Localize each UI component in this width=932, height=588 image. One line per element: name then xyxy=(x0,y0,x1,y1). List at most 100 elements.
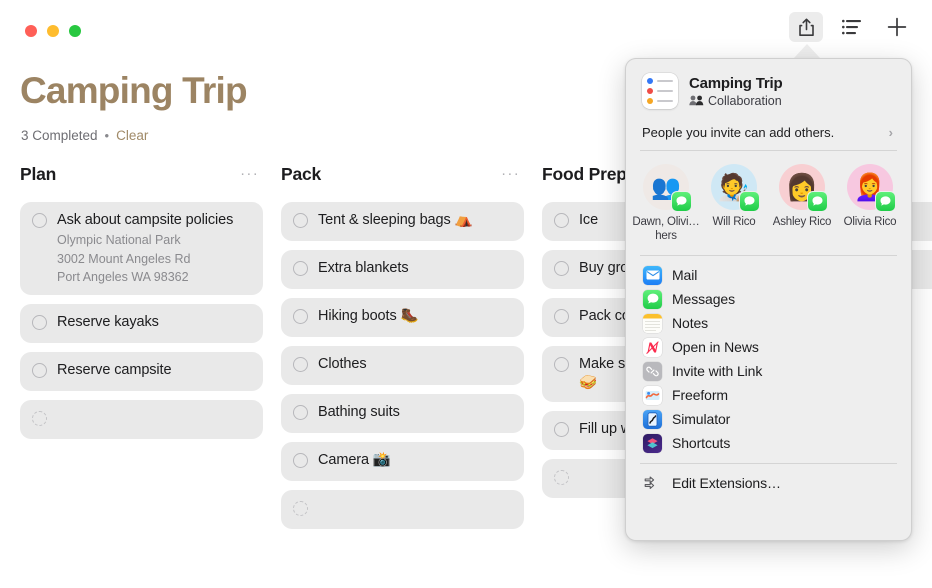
extensions-icon xyxy=(643,473,662,492)
share-menu-item[interactable]: Notes xyxy=(626,311,911,335)
column-menu-button[interactable]: ··· xyxy=(501,166,524,181)
participant-name: Dawn, Olivi…hers xyxy=(632,216,700,242)
reminder-row[interactable]: Tent & sleeping bags ⛺ xyxy=(281,202,524,241)
add-reminder-button[interactable] xyxy=(880,12,914,42)
participant-name: Ashley Rico xyxy=(772,216,832,228)
checkbox-circle-icon[interactable] xyxy=(293,261,308,276)
reminder-subtitle: 3002 Mount Angeles Rd xyxy=(57,251,191,266)
popover-title: Camping Trip xyxy=(689,74,783,92)
reminder-row[interactable]: Hiking boots 🥾 xyxy=(281,298,524,337)
close-button[interactable] xyxy=(25,25,37,37)
edit-extensions-item[interactable]: Edit Extensions… xyxy=(626,464,911,495)
reminders-window: Camping Trip 3 Completed • Clear Plan ··… xyxy=(0,0,932,588)
column-title: Pack xyxy=(281,163,322,184)
checkbox-circle-icon[interactable] xyxy=(554,470,569,485)
checkbox-circle-icon[interactable] xyxy=(554,357,569,372)
messages-badge-icon xyxy=(875,191,896,212)
invite-note: People you invite can add others. xyxy=(642,125,835,140)
checkbox-circle-icon[interactable] xyxy=(554,309,569,324)
checkbox-circle-icon[interactable] xyxy=(293,309,308,324)
news-icon xyxy=(643,337,662,357)
share-menu-item-label: Freeform xyxy=(672,387,728,403)
reminder-row[interactable]: Clothes xyxy=(281,346,524,385)
checkbox-circle-icon[interactable] xyxy=(293,213,308,228)
new-reminder-row[interactable] xyxy=(281,490,524,529)
reminder-row[interactable]: Camera 📸 xyxy=(281,442,524,481)
messages-badge-icon xyxy=(671,191,692,212)
reminder-subtitle: Olympic National Park xyxy=(57,233,181,247)
column-title: Food Prep xyxy=(542,163,627,184)
popover-header: Camping Trip Collaboration xyxy=(626,59,911,119)
reminder-title: Hiking boots 🥾 xyxy=(318,308,419,324)
reminder-list: Ask about campsite policies Olympic Natio… xyxy=(20,202,263,439)
column-pack: Pack ··· Tent & sleeping bags ⛺ Extra bla… xyxy=(281,160,524,529)
clear-button[interactable]: Clear xyxy=(116,128,148,143)
reminder-row[interactable]: Bathing suits xyxy=(281,394,524,433)
participant[interactable]: 👩 Ashley Rico xyxy=(768,164,836,243)
column-header: Pack ··· xyxy=(281,160,524,188)
edit-extensions-label: Edit Extensions… xyxy=(672,474,781,491)
share-menu-item-label: Simulator xyxy=(672,411,731,427)
column-plan: Plan ··· Ask about campsite policies Olym… xyxy=(20,160,263,439)
list-view-icon xyxy=(842,19,861,34)
share-popover: Camping Trip Collaboration People you in… xyxy=(625,58,912,541)
share-menu-item[interactable]: Invite with Link xyxy=(626,359,911,383)
reminder-row[interactable]: Reserve campsite xyxy=(20,351,263,391)
column-title: Plan xyxy=(20,163,57,184)
messages-badge-icon xyxy=(807,191,828,212)
reminder-row[interactable]: Ask about campsite policies Olympic Natio… xyxy=(20,202,263,295)
reminder-title: Reserve campsite xyxy=(57,361,172,378)
maximize-button[interactable] xyxy=(69,25,81,37)
reminders-list-icon xyxy=(642,73,678,109)
share-menu-item[interactable]: Open in News xyxy=(626,335,911,359)
checkbox-circle-icon[interactable] xyxy=(32,314,47,330)
plus-icon xyxy=(887,17,907,37)
messages-icon xyxy=(643,289,662,309)
share-menu-item-label: Invite with Link xyxy=(672,363,763,379)
checkbox-circle-icon[interactable] xyxy=(293,405,308,420)
checkbox-circle-icon[interactable] xyxy=(32,213,47,228)
column-menu-button[interactable]: ··· xyxy=(240,166,263,181)
checkbox-circle-icon[interactable] xyxy=(32,362,47,378)
new-reminder-row[interactable] xyxy=(20,399,263,439)
share-menu-item-label: Mail xyxy=(672,267,698,283)
invite-permissions-row[interactable]: People you invite can add others. › xyxy=(640,119,897,151)
reminder-row[interactable]: Extra blankets xyxy=(281,250,524,289)
page-title: Camping Trip xyxy=(20,70,248,111)
checkbox-circle-icon[interactable] xyxy=(293,453,308,468)
share-menu-item-label: Messages xyxy=(672,291,736,307)
reminder-title: Ask about campsite policies xyxy=(57,212,234,228)
freeform-icon xyxy=(643,385,662,405)
checkbox-circle-icon[interactable] xyxy=(32,410,47,426)
titlebar xyxy=(0,0,932,56)
participant[interactable]: 👥 Dawn, Olivi…hers xyxy=(632,164,700,243)
reminder-row[interactable]: Reserve kayaks xyxy=(20,303,263,343)
share-menu-item[interactable]: Shortcuts xyxy=(626,431,911,455)
share-menu-item[interactable]: Freeform xyxy=(626,383,911,407)
reminder-title: Clothes xyxy=(318,356,367,372)
participant[interactable]: 🧑‍🎨 Will Rico xyxy=(700,164,768,243)
minimize-button[interactable] xyxy=(47,25,59,37)
collaboration-status: Collaboration xyxy=(689,94,782,108)
simulator-icon xyxy=(643,409,662,429)
checkbox-circle-icon[interactable] xyxy=(554,213,569,228)
participant[interactable]: 👩‍🦰 Olivia Rico xyxy=(836,164,904,243)
collaboration-label: Collaboration xyxy=(708,93,782,108)
checkbox-circle-icon[interactable] xyxy=(554,261,569,276)
checkbox-circle-icon[interactable] xyxy=(293,501,308,516)
share-menu-item[interactable]: Simulator xyxy=(626,407,911,431)
share-menu-item-label: Notes xyxy=(672,315,709,331)
share-icon xyxy=(798,18,814,36)
checkbox-circle-icon[interactable] xyxy=(554,422,569,437)
checkbox-circle-icon[interactable] xyxy=(293,357,308,372)
list-subtitle: 3 Completed • Clear xyxy=(21,128,148,143)
share-menu: Mail Messages Notes Open in News Invite with… xyxy=(626,256,911,455)
share-button[interactable] xyxy=(789,12,823,42)
chevron-right-icon: › xyxy=(888,125,893,140)
share-menu-item[interactable]: Messages xyxy=(626,287,911,311)
participant-name: Olivia Rico xyxy=(843,216,897,228)
share-menu-item[interactable]: Mail xyxy=(626,263,911,287)
view-options-button[interactable] xyxy=(835,12,869,42)
reminder-list: Tent & sleeping bags ⛺ Extra blankets Hiki… xyxy=(281,202,524,529)
subtitle-separator: • xyxy=(104,128,110,143)
